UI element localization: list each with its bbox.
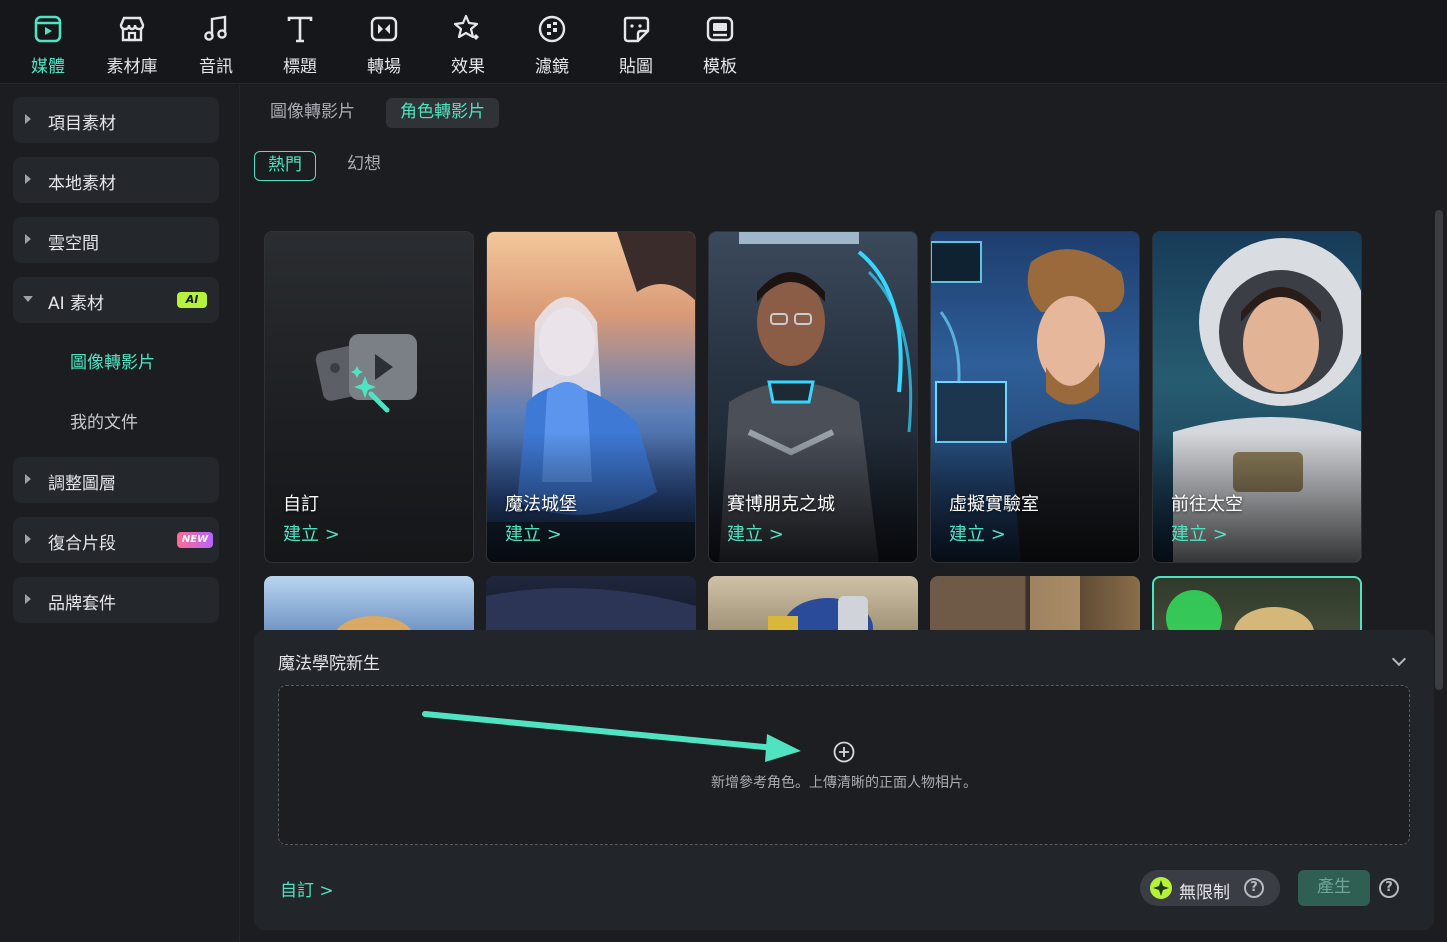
- top-toolbar: 媒體 素材庫 音訊 標題 轉場 效果 濾鏡 貼圖 模板: [0, 0, 1447, 84]
- new-badge: NEW: [177, 532, 213, 548]
- tab-fantasy[interactable]: 幻想: [334, 151, 394, 181]
- sidebar-subitem-image-to-video[interactable]: 圖像轉影片: [70, 348, 155, 373]
- tool-templates[interactable]: 模板: [684, 8, 756, 78]
- unlimited-credits-button[interactable]: 無限制 ?: [1140, 870, 1280, 906]
- tab-image-to-video[interactable]: 圖像轉影片: [256, 98, 369, 128]
- sidebar: 項目素材 本地素材 雲空間 AI 素材 AI 圖像轉影片 我的文件 調整圖層 復…: [0, 85, 240, 942]
- card-create-link[interactable]: 建立 >: [949, 520, 1006, 546]
- expand-arrow-icon: [25, 594, 31, 604]
- tool-transition[interactable]: 轉場: [348, 8, 420, 78]
- ai-badge: AI: [177, 292, 207, 308]
- sidebar-item-label: 雲空間: [48, 234, 99, 254]
- sidebar-item-cloud[interactable]: 雲空間: [13, 217, 219, 263]
- vertical-scrollbar[interactable]: [1435, 210, 1443, 690]
- sidebar-item-compound-clip[interactable]: 復合片段 NEW: [13, 517, 219, 563]
- expand-arrow-icon: [25, 534, 31, 544]
- tool-title[interactable]: 標題: [264, 8, 336, 78]
- card-title: 前往太空: [1171, 494, 1243, 515]
- card-title: 魔法城堡: [505, 494, 577, 515]
- sidebar-item-label: 復合片段: [48, 534, 116, 554]
- custom-link[interactable]: 自訂 >: [280, 876, 334, 901]
- collapse-arrow-icon: [23, 296, 33, 302]
- tool-audio-label: 音訊: [199, 57, 233, 77]
- transition-icon: [370, 16, 398, 42]
- expand-arrow-icon: [25, 174, 31, 184]
- card-title: 自訂: [283, 494, 319, 515]
- card-row2-5-selected[interactable]: [1152, 576, 1362, 636]
- card-row2-1[interactable]: [264, 576, 474, 636]
- tool-store[interactable]: 素材庫: [96, 8, 168, 78]
- sparkle-credit-icon: [1150, 877, 1172, 899]
- tool-effects-label: 效果: [451, 57, 485, 77]
- card-thumbnail: [486, 588, 696, 636]
- sidebar-subitem-my-files[interactable]: 我的文件: [70, 408, 138, 433]
- card-magic-castle[interactable]: 魔法城堡 建立 >: [486, 231, 696, 563]
- unlimited-label: 無限制: [1179, 883, 1230, 903]
- tool-stickers[interactable]: 貼圖: [600, 8, 672, 78]
- upload-hint-text: 新增參考角色。上傳清晰的正面人物相片。: [711, 775, 977, 791]
- sidebar-item-local-media[interactable]: 本地素材: [13, 157, 219, 203]
- sidebar-item-label: 項目素材: [48, 114, 116, 134]
- template-icon: [706, 16, 734, 42]
- card-cyberpunk-city[interactable]: 賽博朋克之城 建立 >: [708, 231, 918, 563]
- card-row2-4[interactable]: [930, 576, 1140, 636]
- sidebar-item-adjustment-layer[interactable]: 調整圖層: [13, 457, 219, 503]
- sidebar-item-label: 調整圖層: [48, 474, 116, 494]
- expand-arrow-icon: [25, 474, 31, 484]
- card-virtual-lab[interactable]: 虛擬實驗室 建立 >: [930, 231, 1140, 563]
- title-text-icon: [287, 16, 313, 43]
- tool-filters-label: 濾鏡: [535, 57, 569, 77]
- help-icon[interactable]: ?: [1379, 878, 1399, 898]
- card-create-link[interactable]: 建立 >: [505, 520, 562, 546]
- card-custom[interactable]: 自訂 建立 >: [264, 231, 474, 563]
- music-note-icon: [204, 15, 227, 41]
- tool-media[interactable]: 媒體: [12, 8, 84, 78]
- filter-icon: [538, 15, 566, 43]
- sidebar-item-label: 本地素材: [48, 174, 116, 194]
- tool-store-label: 素材庫: [106, 57, 158, 77]
- card-go-to-space[interactable]: 前往太空 建立 >: [1152, 231, 1362, 563]
- card-create-link[interactable]: 建立 >: [283, 520, 340, 546]
- add-circle-icon[interactable]: [832, 740, 856, 764]
- card-create-link[interactable]: 建立 >: [1171, 520, 1228, 546]
- panel-title: 魔法學院新生: [278, 654, 380, 674]
- sidebar-item-ai-media[interactable]: AI 素材 AI: [13, 277, 219, 323]
- card-thumbnail: [1030, 576, 1080, 636]
- media-icon: [34, 15, 62, 43]
- tab-popular[interactable]: 熱門: [254, 151, 316, 181]
- help-icon[interactable]: ?: [1244, 878, 1264, 898]
- card-title: 賽博朋克之城: [727, 494, 835, 515]
- card-create-link[interactable]: 建立 >: [727, 520, 784, 546]
- sidebar-item-brand-kit[interactable]: 品牌套件: [13, 577, 219, 623]
- chevron-down-icon[interactable]: [1391, 651, 1407, 667]
- expand-arrow-icon: [25, 114, 31, 124]
- tab-character-to-video[interactable]: 角色轉影片: [386, 98, 499, 128]
- sidebar-item-label: AI 素材: [48, 294, 105, 314]
- effects-star-icon: [453, 14, 479, 40]
- annotation-arrow: [422, 711, 801, 762]
- card-row2-2[interactable]: [486, 576, 696, 636]
- image-to-video-icon: [315, 334, 417, 413]
- card-thumbnail: [1166, 590, 1314, 636]
- store-icon: [119, 16, 145, 42]
- tool-filters[interactable]: 濾鏡: [516, 8, 588, 78]
- tool-title-label: 標題: [283, 57, 317, 77]
- character-panel: 魔法學院新生 新增參考角色。上傳清晰的正面人物相片。 自訂 > 無限制 ? 產生…: [254, 630, 1434, 930]
- tool-transition-label: 轉場: [367, 57, 401, 77]
- tool-audio[interactable]: 音訊: [180, 8, 252, 78]
- sticker-icon: [623, 16, 650, 43]
- sidebar-item-project-media[interactable]: 項目素材: [13, 97, 219, 143]
- tool-templates-label: 模板: [703, 57, 737, 77]
- tool-stickers-label: 貼圖: [619, 57, 653, 77]
- sidebar-item-label: 品牌套件: [48, 594, 116, 614]
- card-title: 虛擬實驗室: [949, 494, 1039, 515]
- tool-media-label: 媒體: [31, 57, 65, 77]
- card-thumbnail: [768, 596, 873, 636]
- generate-button[interactable]: 產生: [1298, 870, 1370, 906]
- expand-arrow-icon: [25, 234, 31, 244]
- card-row2-3[interactable]: [708, 576, 918, 636]
- card-thumbnail: [334, 616, 414, 636]
- tool-effects[interactable]: 效果: [432, 8, 504, 78]
